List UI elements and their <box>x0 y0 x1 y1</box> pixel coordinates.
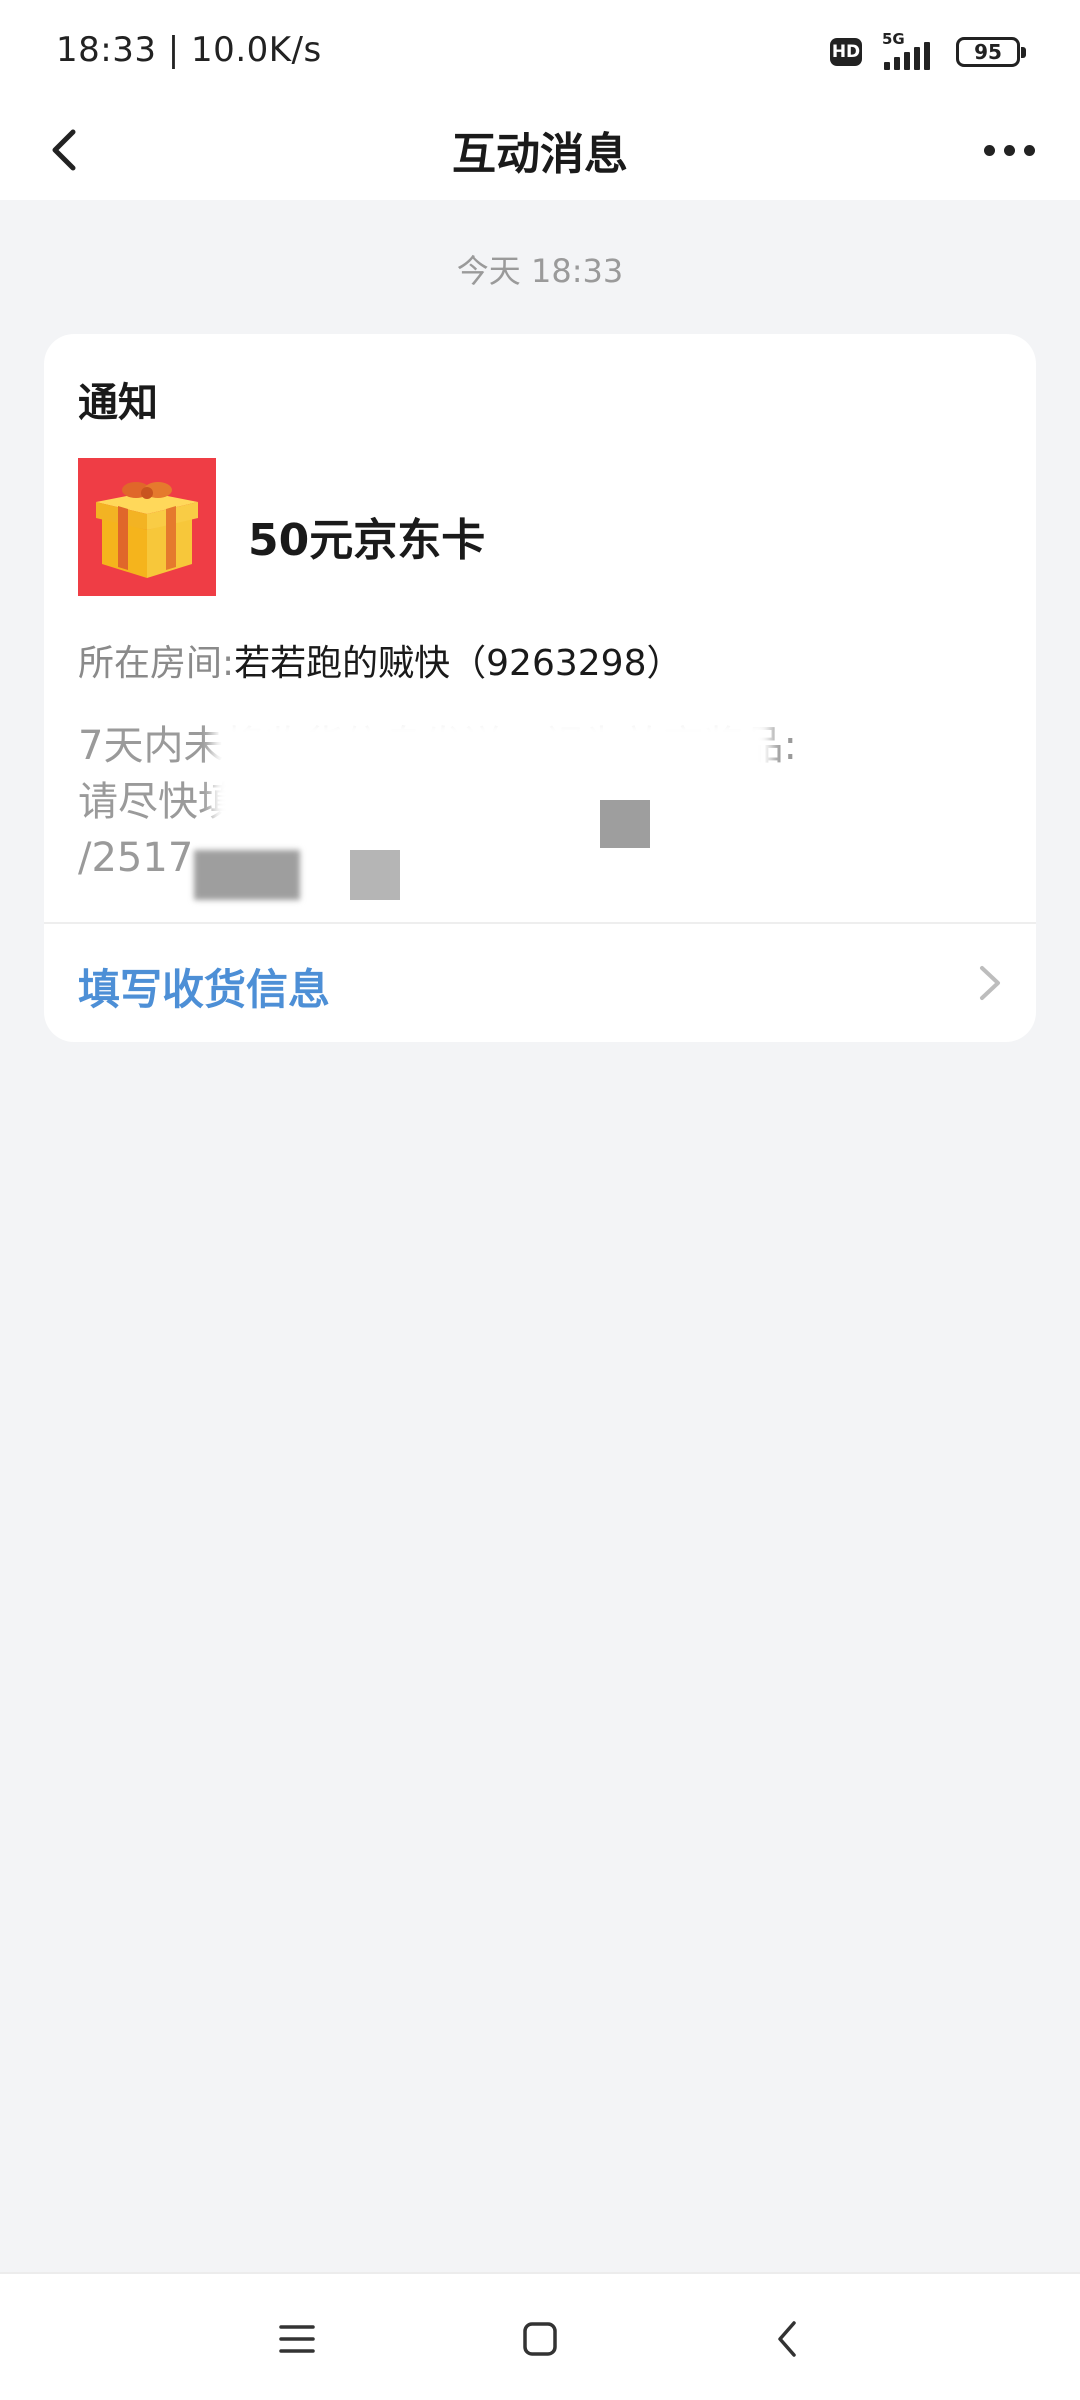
menu-icon[interactable] <box>262 2304 332 2374</box>
fill-shipping-info-button[interactable]: 填写收货信息 <box>44 924 1036 1042</box>
hd-badge-icon: HD <box>830 38 862 66</box>
gift-box-icon <box>78 458 216 596</box>
room-info: 所在房间:若若跑的贼快（9263298） <box>78 634 682 686</box>
status-icons: HD 5G 95 <box>830 30 1026 72</box>
back-triangle-icon[interactable] <box>752 2304 822 2374</box>
page-title: 互动消息 <box>452 129 628 180</box>
status-time-speed: 18:33 | 10.0K/s <box>56 30 322 70</box>
redaction-mark <box>194 850 300 900</box>
battery-icon: 95 <box>956 37 1026 67</box>
system-nav-bar <box>0 2272 1080 2400</box>
chevron-right-icon <box>980 966 1000 1000</box>
redaction-blur <box>744 774 844 844</box>
message-timestamp: 今天 18:33 <box>456 252 624 290</box>
battery-level: 95 <box>974 40 1002 64</box>
room-label: 所在房间: <box>78 643 235 684</box>
redaction-mark <box>350 850 400 900</box>
action-label: 填写收货信息 <box>78 965 331 1014</box>
room-value: 若若跑的贼快（9263298） <box>234 643 683 684</box>
signal-icon: 5G <box>876 30 942 72</box>
redaction-mark <box>600 800 650 848</box>
more-dots-icon[interactable] <box>974 120 1044 180</box>
home-square-icon[interactable] <box>505 2304 575 2374</box>
prize-name: 50元京东卡 <box>248 515 486 566</box>
card-title: 通知 <box>78 380 158 426</box>
notification-card: 通知 50元京东卡 所在房间:若若跑的贼快（9263298） 7天内未将收货信息… <box>44 334 1036 1042</box>
status-bar: 18:33 | 10.0K/s HD 5G 95 <box>0 0 1080 100</box>
nav-bar: 互动消息 <box>0 100 1080 200</box>
